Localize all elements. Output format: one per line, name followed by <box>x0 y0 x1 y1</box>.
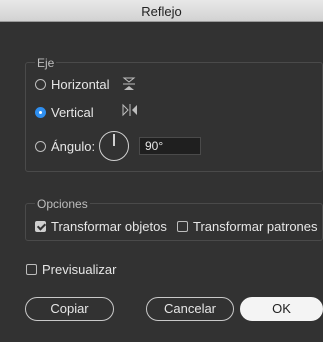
horizontal-label: Horizontal <box>51 77 110 92</box>
ok-button[interactable]: OK <box>240 297 323 321</box>
preview-label: Previsualizar <box>42 262 117 277</box>
title-bar[interactable]: Reflejo <box>0 0 323 22</box>
transform-objects-checkbox-row[interactable]: Transformar objetos <box>35 219 167 234</box>
copy-button[interactable]: Copiar <box>25 297 114 321</box>
radio-vertical[interactable]: Vertical <box>35 105 94 120</box>
window-title: Reflejo <box>141 4 182 19</box>
vertical-label: Vertical <box>51 105 94 120</box>
radio-angle[interactable]: Ángulo: <box>35 139 95 154</box>
preview-checkbox[interactable] <box>26 264 37 275</box>
angle-radio-button[interactable] <box>35 141 46 152</box>
reflect-horizontal-icon <box>122 77 136 90</box>
angle-dial-icon[interactable] <box>99 131 129 161</box>
preview-checkbox-row[interactable]: Previsualizar <box>26 262 116 277</box>
transform-patterns-label: Transformar patrones <box>193 219 318 234</box>
horizontal-radio-button[interactable] <box>35 79 46 90</box>
transform-patterns-checkbox-row[interactable]: Transformar patrones <box>177 219 318 234</box>
transform-objects-label: Transformar objetos <box>51 219 167 234</box>
vertical-radio-button[interactable] <box>35 107 46 118</box>
cancel-button[interactable]: Cancelar <box>146 297 234 321</box>
angle-input[interactable] <box>139 137 201 155</box>
transform-objects-checkbox[interactable] <box>35 221 46 232</box>
axis-group-label: Eje <box>35 56 57 70</box>
options-group-label: Opciones <box>35 197 90 211</box>
reflect-vertical-icon <box>122 103 137 117</box>
angle-label: Ángulo: <box>51 139 96 154</box>
radio-horizontal[interactable]: Horizontal <box>35 77 110 92</box>
transform-patterns-checkbox[interactable] <box>177 221 188 232</box>
